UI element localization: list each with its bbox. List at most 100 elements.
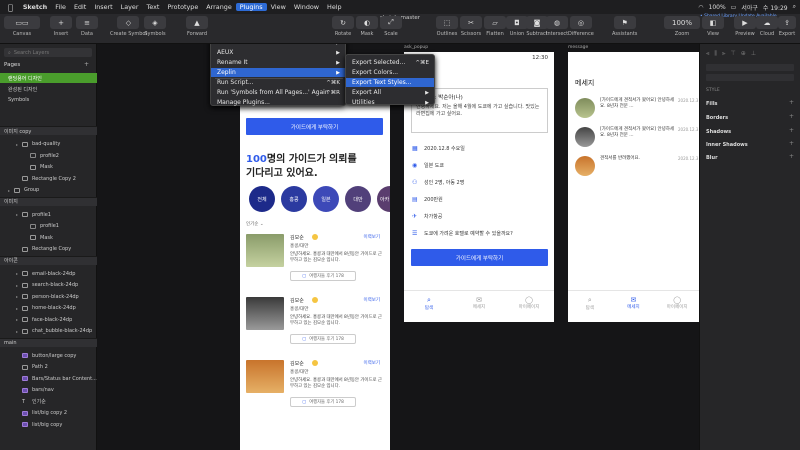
scissors-button[interactable]: ✂ Scissors <box>460 16 482 37</box>
add-shadow-icon[interactable]: + <box>789 127 794 134</box>
canvas[interactable]: 나에게 해서 얼마 안되어서 보아요... 가이드에게 부탁하기 100명의 가… <box>97 44 699 450</box>
page-item-0[interactable]: 랜딩용어 디자인 <box>0 73 97 83</box>
mask-button[interactable]: ◐ Mask <box>356 16 378 37</box>
layer-row[interactable]: ▸ chat_bubble-black-24dp <box>0 326 97 336</box>
review-button[interactable]: ▢ 여행자들 후기 178 <box>290 397 356 407</box>
subtract-button[interactable]: ◙ Subtract <box>526 16 548 37</box>
sort-dropdown[interactable]: 인기순 ⌄ <box>246 221 264 227</box>
menu-arrange[interactable]: Arrange <box>202 3 235 11</box>
symbols-button[interactable]: ◈ Symbols <box>144 16 166 37</box>
menu-sketch[interactable]: Sketch <box>19 3 51 11</box>
insert-button[interactable]: + Insert <box>50 16 72 37</box>
menu-item[interactable]: Rename It ▶ <box>211 58 345 67</box>
create-symbol-button[interactable]: ◇ Create Symbol <box>110 16 147 37</box>
add-fill-icon[interactable]: + <box>789 99 794 106</box>
nav-tab[interactable]: ◯ 마이페이지 <box>655 296 699 310</box>
menu-item[interactable]: AEUX ▶ <box>211 48 345 57</box>
menu-item[interactable]: Manage Plugins... <box>211 98 345 107</box>
layer-section[interactable]: main <box>0 337 97 347</box>
category-more[interactable]: 아카 <box>377 186 390 212</box>
menu-item[interactable]: Export All ▶ <box>346 88 434 97</box>
nav-tab[interactable]: ✉ 메세지 <box>454 296 504 310</box>
layer-row[interactable]: ▸ bad-quality <box>0 139 97 149</box>
fills-section[interactable]: Fills <box>706 101 718 107</box>
nav-tab[interactable]: ⌕ 탐색 <box>404 296 454 311</box>
page-item-1[interactable]: 완성된 디자인 <box>0 84 97 94</box>
review-button[interactable]: ▢ 여행자들 후기 178 <box>290 271 356 281</box>
layer-row[interactable]: Bars/Status bar Content... <box>0 374 97 384</box>
message-item[interactable]: 견적서를 반려했어요. 2020.12.3 <box>575 154 698 178</box>
menu-plugins[interactable]: Plugins <box>235 3 267 11</box>
layer-row[interactable]: T 인기순 <box>0 397 97 407</box>
layer-row[interactable]: Mask <box>0 233 97 243</box>
add-page-icon[interactable]: + <box>84 61 89 68</box>
layer-row[interactable]: list/big copy 2 <box>0 408 97 418</box>
category-all[interactable]: 전체 <box>249 186 275 212</box>
intersect-button[interactable]: ◍ Intersect <box>546 16 568 37</box>
message-item[interactable]: [가이드에게 견적서가 왔어요] 안녕하세요. 8년차 전문 ... 2020.1… <box>575 96 698 120</box>
layer-row[interactable]: button/large copy <box>0 351 97 361</box>
layer-row[interactable]: ▸ Group <box>0 185 97 195</box>
search-layers-input[interactable]: ⌕ Search Layers <box>4 48 92 57</box>
nav-tab[interactable]: ✉ 메세지 <box>612 296 656 310</box>
view-button[interactable]: ◧ View <box>702 16 724 37</box>
artboard-main[interactable]: 나에게 해서 얼마 안되어서 보아요... 가이드에게 부탁하기 100명의 가… <box>240 80 390 450</box>
layer-row[interactable]: list/big copy <box>0 420 97 430</box>
menu-layer[interactable]: Layer <box>117 3 143 11</box>
wifi-icon[interactable]: ◠ <box>698 4 703 11</box>
message-item[interactable]: [가이드에게 견적서가 왔어요] 안녕하세요. 8년차 전문 ... 2020.1… <box>575 125 698 149</box>
view-profile-link[interactable]: 이력보기 <box>363 297 380 303</box>
layer-row[interactable]: profile2 <box>0 151 97 161</box>
layer-row[interactable]: Path 2 <box>0 362 97 372</box>
add-border-icon[interactable]: + <box>789 113 794 120</box>
layer-row[interactable]: ▸ profile1 <box>0 210 97 220</box>
guide-card[interactable]: 김모순 이력보기 홍콩/대만 안녕하세요. 홍콩과 대만에서 8년동안 가이드로 근무… <box>246 297 386 352</box>
ask-guide-button[interactable]: 가이드에게 부탁하기 <box>246 118 383 135</box>
category-taiwan[interactable]: 대만 <box>345 186 371 212</box>
alignment-tools[interactable]: ⫷ ⫼ ⫸ ⊤ ⊕ ⊥ <box>706 50 794 81</box>
menu-file[interactable]: File <box>51 3 70 11</box>
zoom-control[interactable]: 100% Zoom <box>664 16 700 37</box>
view-profile-link[interactable]: 이력보기 <box>363 360 380 366</box>
forward-button[interactable]: ▲ Forward <box>186 16 208 37</box>
ask-guide-button-2[interactable]: 가이드에게 부탁하기 <box>411 249 548 266</box>
layer-row[interactable]: bars/nav <box>0 385 97 395</box>
position-fields[interactable] <box>706 64 794 71</box>
guide-card[interactable]: 김모순 이력보기 홍콩/대만 안녕하세요. 홍콩과 대만에서 8년동안 가이드로 근무… <box>246 360 386 415</box>
inner-shadows-section[interactable]: Inner Shadows <box>706 142 748 148</box>
canvas-button[interactable]: ▭▭ Canvas <box>4 16 40 37</box>
search-icon[interactable]: ⌕ <box>793 3 796 11</box>
nav-tab[interactable]: ⌕ 탐색 <box>568 296 612 311</box>
menu-item[interactable]: Utilities ▶ <box>346 98 434 107</box>
menu-insert[interactable]: Insert <box>90 3 116 11</box>
page-item-2[interactable]: Symbols <box>0 95 97 105</box>
menu-item[interactable]: Export Selected... ^⌘E <box>346 58 434 67</box>
category-japan[interactable]: 일본 <box>313 186 339 212</box>
layer-section[interactable]: 아이콘 <box>0 255 97 265</box>
layer-row[interactable]: Rectangle Copy <box>0 244 97 254</box>
review-button[interactable]: ▢ 여행자들 후기 178 <box>290 334 356 344</box>
outlines-button[interactable]: ⬚ Outlines <box>436 16 458 37</box>
menu-item[interactable]: Run Script... ^⌘K <box>211 78 345 87</box>
layer-row[interactable]: ▸ person-black-24dp <box>0 292 97 302</box>
borders-section[interactable]: Borders <box>706 115 728 121</box>
menu-edit[interactable]: Edit <box>70 3 90 11</box>
category-hongkong[interactable]: 홍콩 <box>281 186 307 212</box>
cloud-button[interactable]: ☁ Cloud <box>756 16 778 37</box>
layer-section[interactable]: 이미지 copy <box>0 126 97 135</box>
shadows-section[interactable]: Shadows <box>706 129 731 135</box>
add-inner-shadow-icon[interactable]: + <box>789 140 794 147</box>
clock[interactable]: 수 19:29 <box>763 3 788 12</box>
scale-button[interactable]: ⤢ Scale <box>380 16 402 37</box>
battery-icon[interactable]: ▭ <box>731 4 737 11</box>
size-fields[interactable] <box>706 74 794 81</box>
menu-window[interactable]: Window <box>290 3 323 11</box>
add-blur-icon[interactable]: + <box>789 153 794 160</box>
menu-view[interactable]: View <box>267 3 290 11</box>
layer-row[interactable]: ▸ email-black-24dp <box>0 269 97 279</box>
rotate-button[interactable]: ↻ Rotate <box>332 16 354 37</box>
menu-item[interactable]: Export Text Styles... <box>346 78 434 87</box>
menu-item[interactable]: Run 'Symbols from All Pages...' Again ^⌘R <box>211 88 345 97</box>
artboard-message[interactable]: 메세지 [가이드에게 견적서가 왔어요] 안녕하세요. 8년차 전문 ... 20… <box>568 52 699 322</box>
layer-row[interactable]: Mask <box>0 162 97 172</box>
